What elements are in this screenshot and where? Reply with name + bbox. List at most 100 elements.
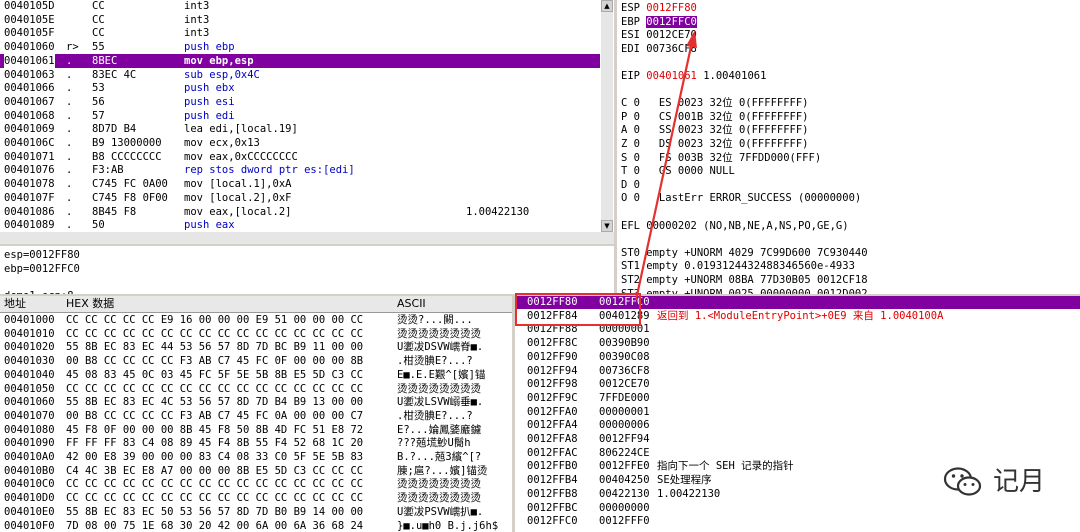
disasm-row[interactable]: 00401063. 83EC 4C sub esp,0x4C (0, 68, 600, 82)
register-value[interactable]: 0012FFC0 (646, 15, 697, 28)
register-row[interactable]: EIP 00401061 1.00401061 (621, 69, 1076, 83)
disassembly-pane[interactable]: 0040105D CC int3 0040105E CC int3 0040105F CC in… (0, 0, 614, 244)
stack-address: 0012FF8C (527, 337, 578, 350)
register-row[interactable]: O 0 LastErr ERROR_SUCCESS (00000000) (621, 191, 1076, 205)
disasm-row[interactable]: 0040107F. C745 F8 0F00 mov [local.2],0xF (0, 191, 600, 205)
register-row[interactable]: S 0 FS 003B 32位 7FFDD000(FFF) (621, 151, 1076, 165)
dump-hex: 00 B8 CC CC CC CC F3 AB C7 45 FC 0A 00 0… (66, 409, 364, 422)
register-row[interactable]: ST3 empty +UNORM 0025 00000000 0012D002 (621, 287, 1076, 294)
disasm-row[interactable]: 00401086. 8B45 F8 mov eax,[local.2] 1.00422… (0, 205, 600, 219)
stack-value: 00404250 (599, 474, 650, 487)
info-line: ebp=0012FFC0 (4, 262, 80, 275)
register-text: D 0 (621, 178, 640, 191)
disasm-row[interactable]: 00401068. 57 push edi (0, 109, 600, 123)
stack-row[interactable]: 0012FF8C 00390B90 (515, 336, 1080, 350)
disasm-row[interactable]: 00401066. 53 push ebx (0, 81, 600, 95)
dump-row[interactable]: 00401040 45 08 83 45 0C 03 45 FC 5F 5E 5B… (0, 368, 512, 382)
register-row[interactable]: EBP 0012FFC0 (621, 15, 1076, 29)
dump-row[interactable]: 004010F0 7D 08 00 75 1E 68 30 20 42 00 6A… (0, 519, 512, 532)
stack-address: 0012FF94 (527, 364, 578, 377)
stack-row[interactable]: 0012FF94 00736CF8 (515, 364, 1080, 378)
register-row[interactable]: EFL 00000202 (NO,NB,NE,A,NS,PO,GE,G) (621, 219, 1076, 233)
registers-pane[interactable]: ESP 0012FF80 EBP 0012FFC0 ESI 0012CE70 EDI … (617, 0, 1080, 294)
stack-address: 0012FFBC (527, 501, 578, 514)
register-row[interactable] (621, 83, 1076, 97)
dump-row[interactable]: 004010E0 55 8B EC 83 EC 50 53 56 57 8D 7D… (0, 505, 512, 519)
stack-row[interactable]: 0012FFBC 00000000 (515, 501, 1080, 515)
dump-address: 00401040 (4, 368, 55, 381)
disasm-row[interactable]: 00401067. 56 push esi (0, 95, 600, 109)
stack-value: 00000006 (599, 419, 650, 432)
scroll-up-icon[interactable]: ▲ (601, 0, 613, 12)
disasm-hex: 8B45 F8 (92, 205, 137, 218)
register-row[interactable]: T 0 GS 0000 NULL (621, 164, 1076, 178)
disasm-hex: 50 (92, 219, 105, 232)
scroll-down-icon[interactable]: ▼ (601, 220, 613, 232)
disassembly-vscrollbar[interactable]: ▲ ▼ (601, 0, 613, 232)
stack-row[interactable]: 0012FFA0 00000001 (515, 405, 1080, 419)
dump-row[interactable]: 00401050 CC CC CC CC CC CC CC CC CC CC CC… (0, 382, 512, 396)
register-row[interactable] (621, 55, 1076, 69)
dump-header-address[interactable]: 地址 (4, 296, 26, 312)
register-row[interactable] (621, 232, 1076, 246)
dump-hex: 7D 08 00 75 1E 68 30 20 42 00 6A 00 6A 3… (66, 519, 364, 532)
dump-row[interactable]: 00401080 45 F8 0F 00 00 00 8B 45 F8 50 8B… (0, 423, 512, 437)
dump-row[interactable]: 004010B0 C4 4C 3B EC E8 A7 00 00 00 8B E5… (0, 464, 512, 478)
stack-row[interactable]: 0012FFA8 0012FF94 (515, 432, 1080, 446)
register-row[interactable]: Z 0 DS 0023 32位 0(FFFFFFFF) (621, 137, 1076, 151)
dump-row[interactable]: 004010D0 CC CC CC CC CC CC CC CC CC CC CC… (0, 491, 512, 505)
register-row[interactable]: P 0 CS 001B 32位 0(FFFFFFFF) (621, 110, 1076, 124)
register-value[interactable]: 00401061 (646, 70, 697, 82)
stack-row[interactable]: 0012FF9C 7FFDE000 (515, 391, 1080, 405)
register-value[interactable]: 0012FF80 (646, 2, 697, 14)
dump-pane[interactable]: 地址 HEX 数据 ASCII 00401000 CC CC CC CC CC E… (0, 296, 512, 532)
dump-row[interactable]: 00401090 FF FF FF 83 C4 08 89 45 F4 8B 55… (0, 436, 512, 450)
disasm-row[interactable]: 0040105D CC int3 (0, 0, 600, 13)
stack-row[interactable]: 0012FF98 0012CE70 (515, 377, 1080, 391)
stack-row[interactable]: 0012FFAC 806224CE (515, 446, 1080, 460)
register-row[interactable]: ESI 0012CE70 (621, 28, 1076, 42)
disasm-row[interactable]: 00401060 r> 55 push ebp (0, 40, 600, 54)
dump-row[interactable]: 00401020 55 8B EC 83 EC 44 53 56 57 8D 7D… (0, 340, 512, 354)
stack-row[interactable]: 0012FFA4 00000006 (515, 418, 1080, 432)
register-row[interactable]: A 0 SS 0023 32位 0(FFFFFFFF) (621, 123, 1076, 137)
register-row[interactable] (621, 205, 1076, 219)
disasm-row[interactable]: 00401076. F3:AB rep stos dword ptr es:[edi… (0, 163, 600, 177)
disasm-row[interactable]: 00401089. 50 push eax (0, 218, 600, 232)
register-row[interactable]: C 0 ES 0023 32位 0(FFFFFFFF) (621, 96, 1076, 110)
dump-row[interactable]: 004010A0 42 00 E8 39 00 00 00 83 C4 08 33… (0, 450, 512, 464)
dump-header-ascii[interactable]: ASCII (397, 296, 426, 312)
disasm-row[interactable]: 0040105E CC int3 (0, 13, 600, 27)
register-text: Z 0 DS 0023 32位 0(FFFFFFFF) (621, 138, 809, 150)
disasm-row[interactable]: 00401078. C745 FC 0A00 mov [local.1],0xA (0, 177, 600, 191)
disasm-row[interactable]: 00401071. B8 CCCCCCCC mov eax,0xCCCCCCCC (0, 150, 600, 164)
disasm-marker: . (66, 137, 73, 149)
stack-pane[interactable]: 0012FF80 0012FFC0 0012FF84 00401289 返回到 1.<M… (515, 296, 1080, 532)
disasm-row[interactable]: 00401061. 8BEC mov ebp,esp (0, 53, 600, 68)
dump-row[interactable]: 00401070 00 B8 CC CC CC CC F3 AB C7 45 FC… (0, 409, 512, 423)
dump-header-hex[interactable]: HEX 数据 (66, 296, 114, 312)
disasm-row[interactable]: 0040105F CC int3 (0, 26, 600, 40)
disasm-hex: 83EC 4C (92, 68, 137, 81)
stack-address: 0012FFC0 (527, 515, 578, 528)
stack-address: 0012FFAC (527, 446, 578, 459)
dump-row[interactable]: 00401000 CC CC CC CC CC E9 16 00 00 00 E9… (0, 313, 512, 327)
dump-row[interactable]: 00401010 CC CC CC CC CC CC CC CC CC CC CC… (0, 327, 512, 341)
dump-row[interactable]: 004010C0 CC CC CC CC CC CC CC CC CC CC CC… (0, 477, 512, 491)
disasm-instruction: int3 (184, 13, 210, 26)
disassembly-hscrollbar[interactable] (0, 232, 614, 244)
dump-row[interactable]: 00401030 00 B8 CC CC CC CC F3 AB C7 45 FC… (0, 354, 512, 368)
stack-row[interactable]: 0012FFC0 0012FFF0 (515, 514, 1080, 528)
register-row[interactable]: D 0 (621, 178, 1076, 192)
register-row[interactable]: ST2 empty +UNORM 08BA 77D30B05 0012CF18 (621, 273, 1076, 287)
register-row[interactable]: ST1 empty 0.0193124432488346560e-4933 (621, 259, 1076, 273)
stack-row[interactable]: 0012FF90 00390C08 (515, 350, 1080, 364)
disasm-row[interactable]: 00401069. 8D7D B4 lea edi,[local.19] (0, 122, 600, 136)
register-row[interactable]: ST0 empty +UNORM 4029 7C99D600 7C930440 (621, 246, 1076, 260)
register-row[interactable]: ESP 0012FF80 (621, 1, 1076, 15)
stack-value: 7FFDE000 (599, 391, 650, 404)
dump-row[interactable]: 00401060 55 8B EC 83 EC 4C 53 56 57 8D 7D… (0, 395, 512, 409)
register-row[interactable]: EDI 00736CF8 (621, 42, 1076, 56)
disasm-row[interactable]: 0040106C. B9 13000000 mov ecx,0x13 (0, 136, 600, 150)
stack-address: 0012FFA4 (527, 419, 578, 432)
